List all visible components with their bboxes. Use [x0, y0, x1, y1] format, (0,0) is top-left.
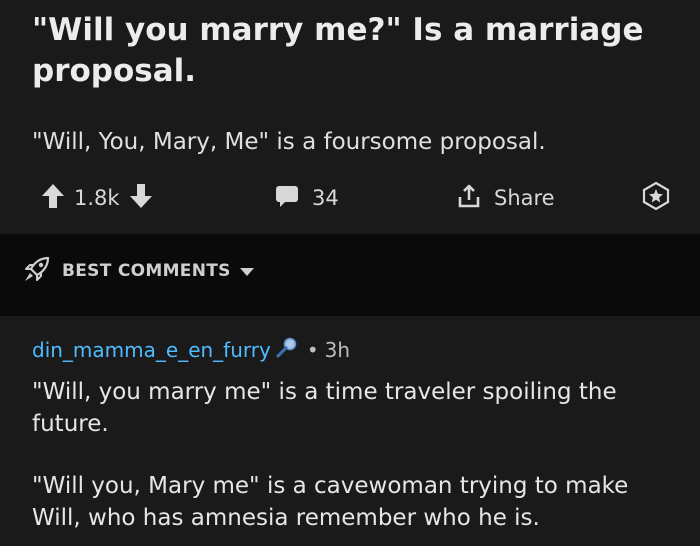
arrow-down-icon[interactable] — [128, 182, 154, 214]
vote-count: 1.8k — [74, 186, 120, 210]
award-button[interactable] — [642, 176, 670, 220]
sort-label: BEST COMMENTS — [62, 261, 231, 281]
comment-meta: din_mamma_e_en_furry • 3h — [32, 336, 350, 363]
comment-paragraph: "Will you, Mary me" is a cavewoman tryin… — [32, 473, 629, 531]
comment-paragraph: "Will, you marry me" is a time traveler … — [32, 379, 617, 437]
post-action-bar: 1.8k 34 Share — [0, 176, 700, 220]
magnifier-flair-icon — [275, 336, 299, 363]
share-button[interactable]: Share — [456, 176, 555, 220]
comment-sort-bar: BEST COMMENTS — [0, 234, 700, 316]
comments-button[interactable]: 34 — [274, 176, 339, 220]
award-star-icon — [642, 181, 670, 214]
meta-separator: • — [306, 337, 319, 362]
post-card: "Will you marry me?" Is a marriage propo… — [0, 0, 700, 234]
rocket-icon — [22, 254, 52, 288]
comment-username[interactable]: din_mamma_e_en_furry — [32, 338, 271, 362]
post-title[interactable]: "Will you marry me?" Is a marriage propo… — [32, 10, 672, 92]
chevron-down-icon — [239, 262, 255, 281]
speech-bubble-icon — [274, 183, 300, 213]
comment-card: din_mamma_e_en_furry • 3h "Will, you mar… — [0, 316, 700, 546]
share-icon — [456, 183, 482, 213]
post-body: "Will, You, Mary, Me" is a foursome prop… — [32, 129, 546, 155]
arrow-up-icon[interactable] — [40, 182, 66, 214]
vote-widget: 1.8k — [40, 176, 154, 220]
sort-dropdown[interactable]: BEST COMMENTS — [22, 254, 255, 288]
comment-timestamp: 3h — [324, 337, 351, 362]
comment-count: 34 — [312, 186, 339, 210]
share-label: Share — [494, 186, 555, 210]
